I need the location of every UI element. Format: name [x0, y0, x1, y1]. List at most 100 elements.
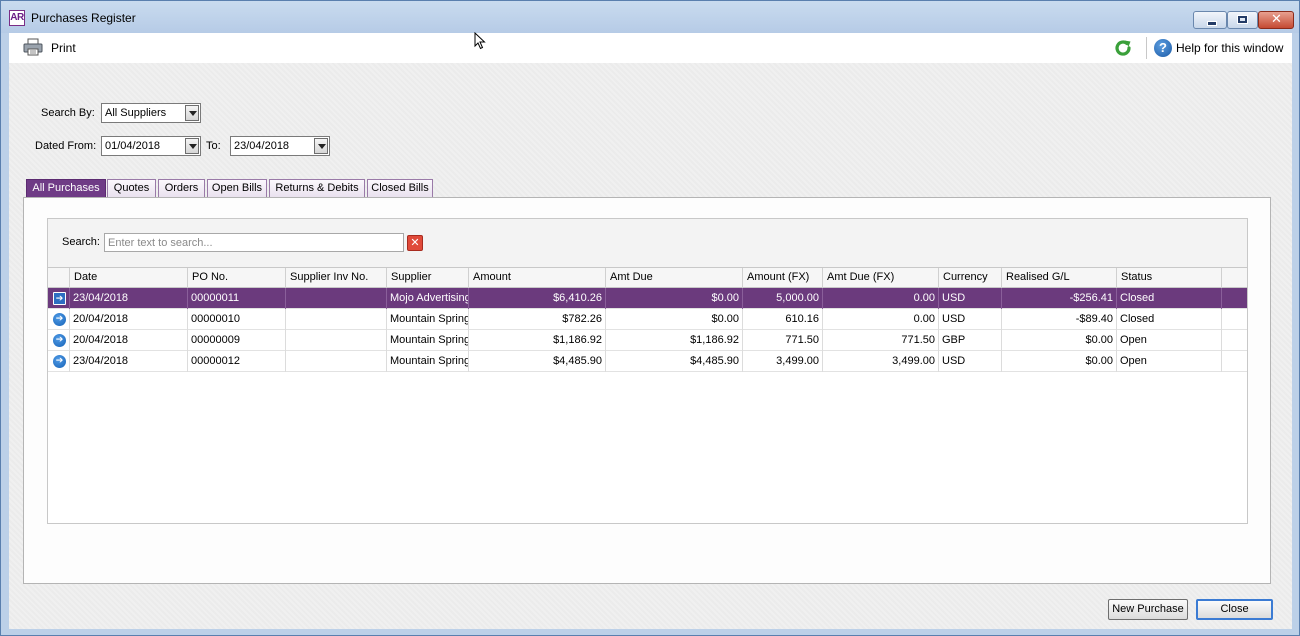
search-input[interactable]: Enter text to search... — [104, 233, 404, 252]
cell-amt-due: $1,186.92 — [606, 330, 743, 351]
cell-supplier-inv-no — [286, 351, 387, 372]
tab-panel: Search: Enter text to search... ✕ Date P… — [23, 197, 1271, 584]
column-header-currency[interactable]: Currency — [939, 268, 1002, 288]
cell-currency: GBP — [939, 330, 1002, 351]
cell-amt-due: $0.00 — [606, 309, 743, 330]
cell-realised-gl: -$256.41 — [1002, 288, 1117, 309]
toolbar: Print ? Help for this window — [9, 33, 1292, 63]
print-button[interactable]: Print — [51, 41, 76, 55]
maximize-button[interactable] — [1227, 11, 1258, 29]
table-row[interactable]: ➔ 20/04/2018 00000009 Mountain Springs $… — [48, 330, 1247, 351]
column-header-realised-gl[interactable]: Realised G/L — [1002, 268, 1117, 288]
row-selector[interactable]: ➔ — [48, 288, 70, 309]
column-header-date[interactable]: Date — [70, 268, 188, 288]
column-header-amount-fx[interactable]: Amount (FX) — [743, 268, 823, 288]
help-icon[interactable]: ? — [1154, 39, 1172, 57]
cell-amount: $1,186.92 — [469, 330, 606, 351]
tab-all-purchases[interactable]: All Purchases — [26, 179, 106, 198]
cell-supplier: Mountain Springs — [387, 351, 469, 372]
mouse-cursor-icon — [474, 32, 486, 50]
new-purchase-button[interactable]: New Purchase — [1108, 599, 1188, 620]
row-arrow-icon: ➔ — [53, 292, 66, 305]
cell-amount: $4,485.90 — [469, 351, 606, 372]
cell-realised-gl: $0.00 — [1002, 330, 1117, 351]
search-by-label: Search By: — [41, 107, 95, 119]
header-selector — [48, 268, 70, 288]
refresh-icon[interactable] — [1113, 38, 1133, 58]
cell-po-no: 00000009 — [188, 330, 286, 351]
cell-supplier-inv-no — [286, 288, 387, 309]
cell-currency: USD — [939, 309, 1002, 330]
tab-orders[interactable]: Orders — [158, 179, 205, 198]
search-by-dropdown[interactable]: All Suppliers — [101, 103, 201, 123]
row-selector[interactable]: ➔ — [48, 330, 70, 351]
printer-icon[interactable] — [23, 38, 43, 56]
column-header-amt-due[interactable]: Amt Due — [606, 268, 743, 288]
column-header-po-no[interactable]: PO No. — [188, 268, 286, 288]
cell-date: 23/04/2018 — [70, 288, 188, 309]
clear-search-button[interactable]: ✕ — [407, 235, 423, 251]
cell-supplier: Mountain Springs — [387, 330, 469, 351]
tab-quotes[interactable]: Quotes — [107, 179, 156, 198]
cell-currency: USD — [939, 351, 1002, 372]
table-row[interactable]: ➔ 20/04/2018 00000010 Mountain Springs $… — [48, 309, 1247, 330]
cell-po-no: 00000011 — [188, 288, 286, 309]
cell-supplier: Mountain Springs — [387, 309, 469, 330]
dated-from-picker[interactable]: 01/04/2018 — [101, 136, 201, 156]
chevron-down-icon[interactable] — [185, 105, 199, 121]
cell-date: 23/04/2018 — [70, 351, 188, 372]
column-header-status[interactable]: Status — [1117, 268, 1222, 288]
row-selector[interactable]: ➔ — [48, 309, 70, 330]
cell-amt-due-fx: 0.00 — [823, 288, 939, 309]
cell-amount-fx: 3,499.00 — [743, 351, 823, 372]
toolbar-separator — [1146, 37, 1147, 59]
dated-from-value: 01/04/2018 — [105, 140, 161, 152]
window-title: Purchases Register — [31, 11, 136, 25]
tab-open-bills[interactable]: Open Bills — [207, 179, 267, 198]
table-row[interactable]: ➔ 23/04/2018 00000012 Mountain Springs $… — [48, 351, 1247, 372]
table-row[interactable]: ➔ 23/04/2018 00000011 Mojo Advertising $… — [48, 288, 1247, 309]
to-label: To: — [206, 140, 221, 152]
cell-po-no: 00000010 — [188, 309, 286, 330]
cell-date: 20/04/2018 — [70, 330, 188, 351]
row-arrow-icon: ➔ — [53, 355, 66, 368]
close-window-button[interactable]: ✕ — [1258, 11, 1294, 29]
tab-closed-bills[interactable]: Closed Bills — [367, 179, 433, 198]
column-header-supplier-inv-no[interactable]: Supplier Inv No. — [286, 268, 387, 288]
row-arrow-icon: ➔ — [53, 334, 66, 347]
tab-returns-debits[interactable]: Returns & Debits — [269, 179, 365, 198]
cell-status: Open — [1117, 351, 1222, 372]
cell-amt-due: $0.00 — [606, 288, 743, 309]
search-by-value: All Suppliers — [105, 107, 167, 119]
help-for-this-window-link[interactable]: Help for this window — [1176, 41, 1283, 55]
cell-amount-fx: 610.16 — [743, 309, 823, 330]
cell-supplier: Mojo Advertising — [387, 288, 469, 309]
cell-amount: $6,410.26 — [469, 288, 606, 309]
title-bar[interactable]: AR Purchases Register ✕ — [1, 1, 1299, 33]
cell-realised-gl: -$89.40 — [1002, 309, 1117, 330]
cell-supplier-inv-no — [286, 309, 387, 330]
cell-currency: USD — [939, 288, 1002, 309]
close-icon: ✕ — [1271, 12, 1282, 27]
search-label: Search: — [62, 236, 100, 248]
cell-date: 20/04/2018 — [70, 309, 188, 330]
cell-po-no: 00000012 — [188, 351, 286, 372]
column-header-amt-due-fx[interactable]: Amt Due (FX) — [823, 268, 939, 288]
row-arrow-icon: ➔ — [53, 313, 66, 326]
cell-amt-due-fx: 3,499.00 — [823, 351, 939, 372]
app-logo-icon: AR — [9, 10, 25, 26]
cell-supplier-inv-no — [286, 330, 387, 351]
cell-realised-gl: $0.00 — [1002, 351, 1117, 372]
dated-to-picker[interactable]: 23/04/2018 — [230, 136, 330, 156]
chevron-down-icon[interactable] — [314, 138, 328, 154]
cell-status: Closed — [1117, 288, 1222, 309]
column-header-amount[interactable]: Amount — [469, 268, 606, 288]
minimize-button[interactable] — [1193, 11, 1227, 29]
cell-amount-fx: 771.50 — [743, 330, 823, 351]
chevron-down-icon[interactable] — [185, 138, 199, 154]
close-button[interactable]: Close — [1196, 599, 1273, 620]
column-header-supplier[interactable]: Supplier — [387, 268, 469, 288]
row-selector[interactable]: ➔ — [48, 351, 70, 372]
cell-status: Closed — [1117, 309, 1222, 330]
dated-from-label: Dated From: — [35, 140, 97, 152]
